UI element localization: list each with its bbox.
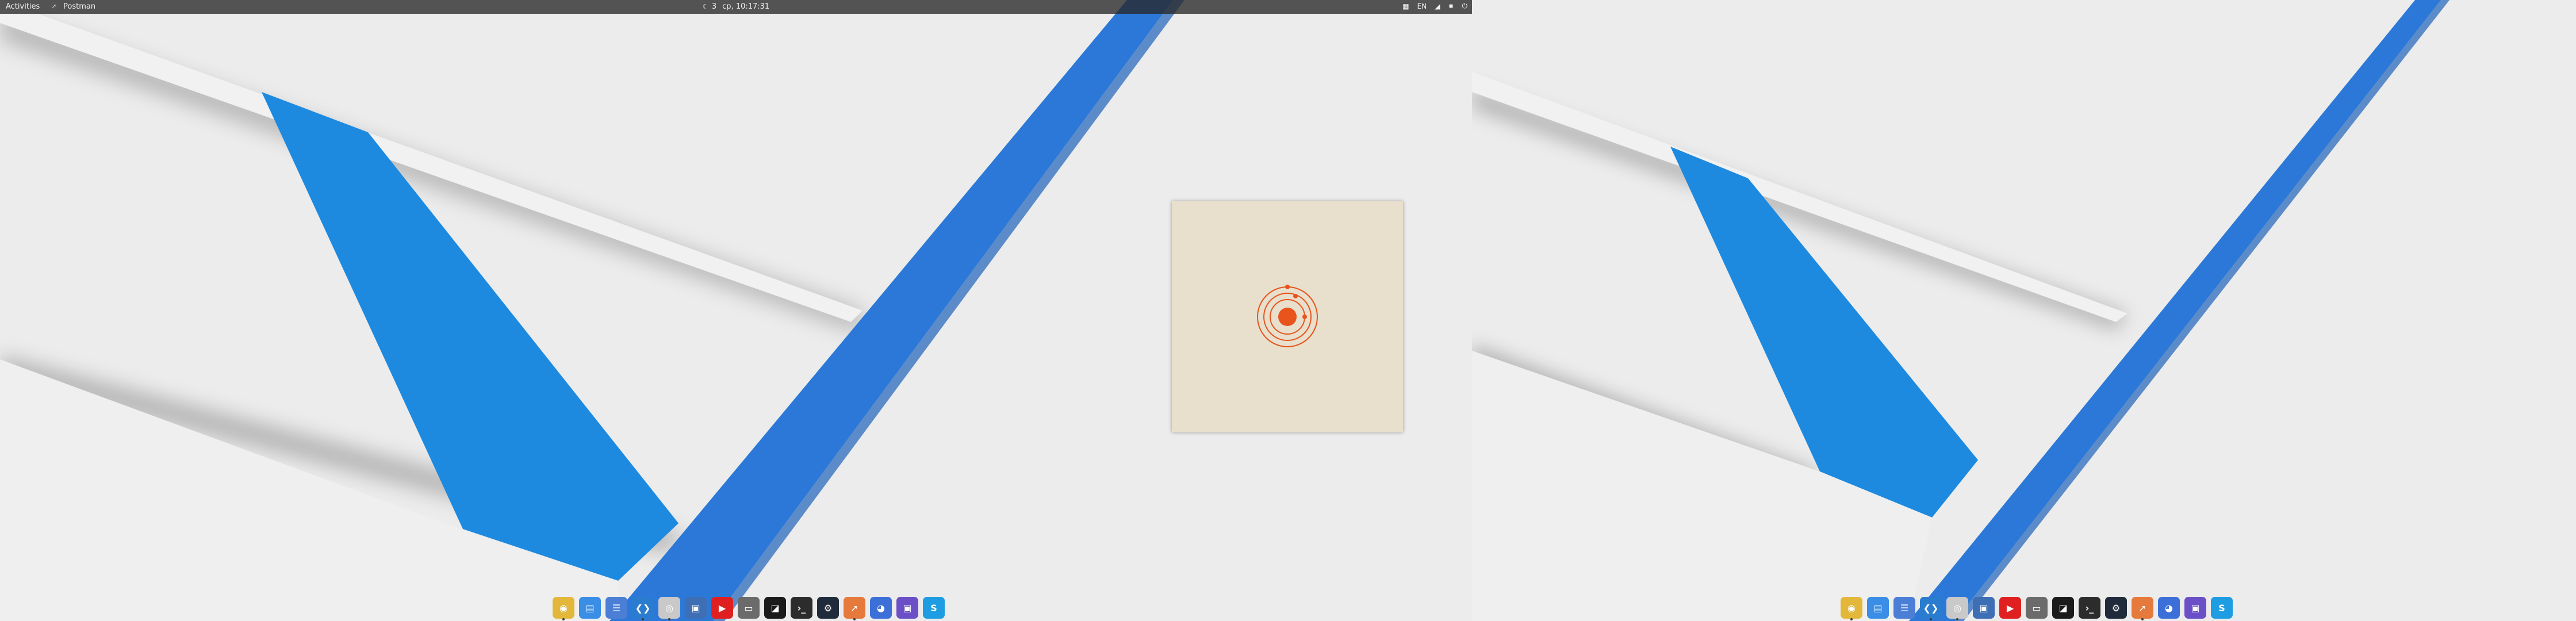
steam-icon: ⚙ (2105, 597, 2127, 619)
disks-icon: ◎ (1946, 597, 1968, 619)
network-icon[interactable]: ▦ (1402, 2, 1409, 10)
dock-item[interactable]: ▤ (1865, 595, 1891, 620)
jetbrains-icon: ◪ (764, 597, 786, 619)
postman-icon: ➚ (49, 2, 59, 11)
dock-item[interactable]: ⚙ (2103, 595, 2129, 620)
postman-orbit-logo (1257, 285, 1318, 347)
dock-item[interactable]: ▭ (2024, 595, 2049, 620)
screenshot-icon: ▣ (2184, 597, 2206, 619)
dock-item[interactable]: ➚ (2130, 595, 2155, 620)
do-not-disturb-icon: ☾ (703, 3, 708, 10)
dock-item[interactable]: ▭ (736, 595, 761, 620)
dock-item[interactable]: ☰ (604, 595, 629, 620)
dock-item[interactable]: S (2209, 595, 2234, 620)
dock-secondary: ◉ ▤ ☰ ❮❯ ◎ ▣ ▶ ▭ ◪ ›_ ⚙ ➚ ◕ ▣ S (1835, 595, 2238, 621)
clock-label: ср, 10:17:31 (722, 2, 770, 11)
clock-menu[interactable]: ☾ 3 ср, 10:17:31 (703, 2, 769, 11)
firefox-icon: ◕ (2158, 597, 2180, 619)
keyboard-layout-indicator[interactable]: EN (1417, 2, 1427, 10)
running-indicator (562, 618, 565, 620)
activities-button[interactable]: Activities (6, 2, 40, 11)
volume-icon[interactable]: ◢ (1435, 2, 1440, 10)
app-menu-label: Postman (63, 2, 96, 11)
notification-count: 3 (711, 2, 717, 11)
primary-monitor: Activities ➚ Postman ☾ 3 ср, 10:17:31 ▦ … (0, 0, 1472, 621)
running-indicator (668, 618, 670, 620)
running-indicator (1956, 618, 1958, 620)
dock-item[interactable]: ◕ (2156, 595, 2182, 620)
dock-item[interactable]: ◉ (551, 595, 576, 620)
dock-item[interactable]: ▶ (1998, 595, 2023, 620)
screenshot-icon: ▣ (896, 597, 918, 619)
dock-item[interactable]: ➚ (842, 595, 867, 620)
text-editor-icon: ☰ (605, 597, 627, 619)
terminal-icon: ›_ (791, 597, 812, 619)
disks-icon: ◎ (658, 597, 680, 619)
jetbrains-icon: ◪ (2052, 597, 2074, 619)
firefox-icon: ◕ (870, 597, 892, 619)
running-indicator (1850, 618, 1853, 620)
files-icon: ▤ (1867, 597, 1889, 619)
music-player-icon: ▶ (711, 597, 733, 619)
remote-desktop-icon: ▭ (2026, 597, 2048, 619)
dock-item[interactable]: ☰ (1892, 595, 1917, 620)
dock-item[interactable]: ▣ (683, 595, 708, 620)
dock-item[interactable]: ▣ (895, 595, 920, 620)
dock-item[interactable]: ◎ (1945, 595, 1970, 620)
music-player-icon: ▶ (1999, 597, 2021, 619)
running-indicator (2141, 618, 2144, 620)
dock-item[interactable]: ◕ (868, 595, 894, 620)
files-icon: ▤ (579, 597, 601, 619)
dock-item[interactable]: ▣ (2183, 595, 2208, 620)
dock-item[interactable]: ▶ (710, 595, 735, 620)
desktop-wallpaper-secondary[interactable] (1472, 0, 2576, 621)
vscode-icon: ❮❯ (1920, 597, 1942, 619)
running-indicator (1930, 618, 1932, 620)
running-indicator (853, 618, 856, 620)
skype-icon: S (923, 597, 945, 619)
dock-item[interactable]: ⚙ (815, 595, 841, 620)
running-indicator (642, 618, 644, 620)
system-tray[interactable]: ▦ EN ◢ ✹ ⏻ (1394, 2, 1467, 10)
postman-splash-window[interactable] (1172, 201, 1403, 432)
skype-icon: S (2211, 597, 2233, 619)
dock-primary: ◉ ▤ ☰ ❮❯ ◎ ▣ ▶ ▭ ◪ ›_ ⚙ ➚ ◕ ▣ S (547, 595, 950, 621)
postman-icon: ➚ (2132, 597, 2153, 619)
dock-item[interactable]: ›_ (789, 595, 814, 620)
power-icon[interactable]: ⏻ (1462, 2, 1468, 10)
dock-item[interactable]: S (921, 595, 946, 620)
brightness-icon[interactable]: ✹ (1448, 2, 1454, 10)
dock-item[interactable]: ❮❯ (1918, 595, 1943, 620)
app-menu[interactable]: ➚ Postman (49, 2, 95, 11)
dock-item[interactable]: ◪ (762, 595, 788, 620)
dock-item[interactable]: ❮❯ (630, 595, 656, 620)
dock-item[interactable]: ◉ (1839, 595, 1864, 620)
postman-icon: ➚ (844, 597, 865, 619)
chrome-icon: ◉ (1841, 597, 1862, 619)
terminal-icon: ›_ (2079, 597, 2100, 619)
top-panel: Activities ➚ Postman ☾ 3 ср, 10:17:31 ▦ … (0, 0, 1472, 14)
dock-item[interactable]: ›_ (2077, 595, 2102, 620)
secondary-monitor: ◉ ▤ ☰ ❮❯ ◎ ▣ ▶ ▭ ◪ ›_ ⚙ ➚ ◕ ▣ S (1472, 0, 2576, 621)
virtualbox-icon: ▣ (1973, 597, 1995, 619)
chrome-icon: ◉ (553, 597, 574, 619)
dock-item[interactable]: ◎ (657, 595, 682, 620)
vscode-icon: ❮❯ (632, 597, 654, 619)
dock-item[interactable]: ▤ (577, 595, 603, 620)
virtualbox-icon: ▣ (685, 597, 707, 619)
dock-item[interactable]: ◪ (2050, 595, 2076, 620)
steam-icon: ⚙ (817, 597, 839, 619)
remote-desktop-icon: ▭ (738, 597, 760, 619)
dock-item[interactable]: ▣ (1971, 595, 1996, 620)
text-editor-icon: ☰ (1893, 597, 1915, 619)
